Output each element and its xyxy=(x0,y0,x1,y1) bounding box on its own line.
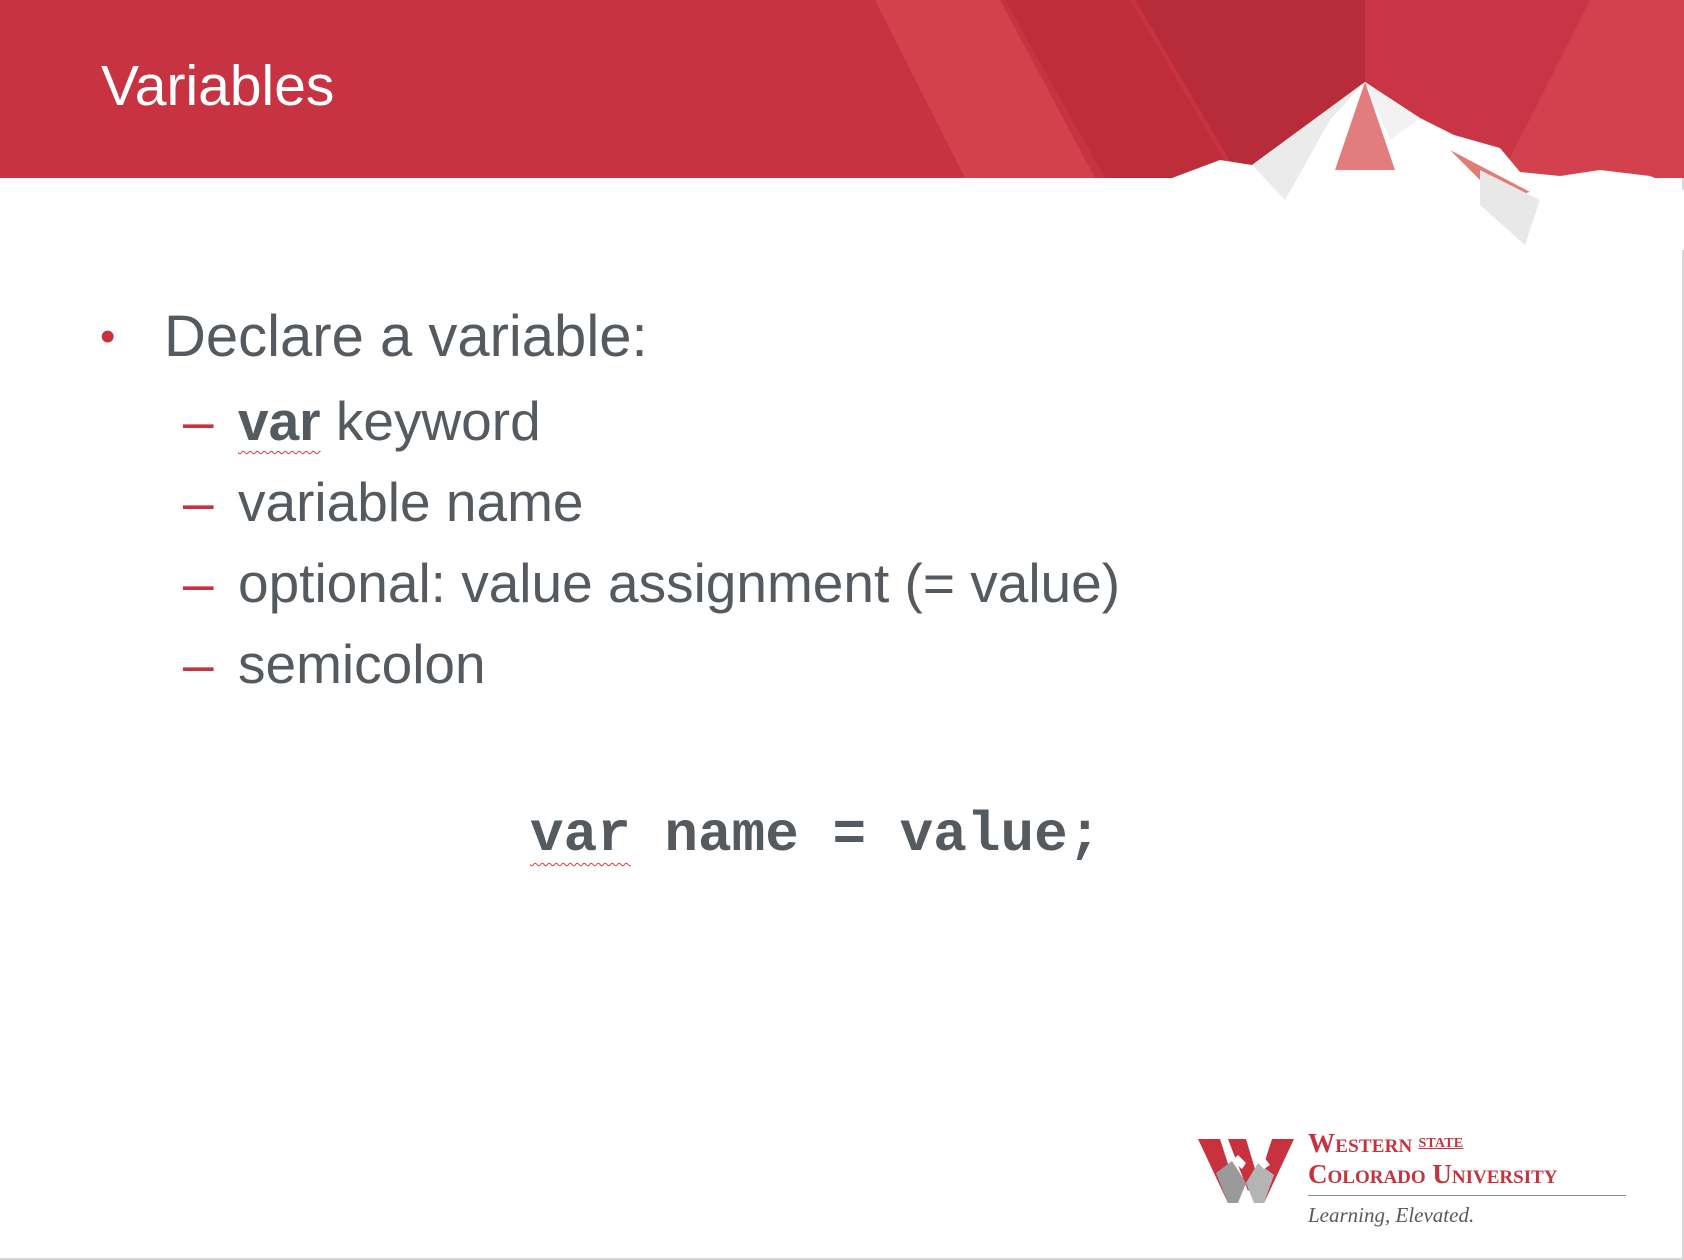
dash-icon: – xyxy=(183,552,214,614)
logo-name-line2: Colorado University xyxy=(1308,1159,1626,1196)
bullet-dot-icon: • xyxy=(100,312,116,361)
sub-bullet-label: semicolon xyxy=(238,633,486,695)
sub-bullet-text: var keyword xyxy=(238,388,541,454)
logo-tagline: Learning, Elevated. xyxy=(1308,1203,1475,1227)
sub-bullet-label: variable name xyxy=(238,471,584,533)
bullet-text: Declare a variable: xyxy=(164,304,648,369)
header-banner xyxy=(0,0,1684,250)
logo-wordmark: Western STATE Colorado University Learnin… xyxy=(1308,1128,1628,1228)
code-rest: name = value; xyxy=(630,803,1102,867)
w-mountain-logo-icon xyxy=(1198,1139,1294,1203)
sub-bullet-label: keyword xyxy=(320,390,541,452)
slide: Variables • Declare a variable: – var ke… xyxy=(0,0,1684,1260)
logo-name-line1: Western xyxy=(1308,1128,1413,1158)
keyword-var: var xyxy=(238,390,321,452)
dash-icon: – xyxy=(183,471,214,533)
logo-state-label: STATE xyxy=(1418,1136,1464,1151)
university-logo: Western STATE Colorado University Learnin… xyxy=(1198,1128,1628,1240)
dash-icon: – xyxy=(183,390,214,452)
slide-title: Variables xyxy=(101,54,335,118)
code-example: var name = value; xyxy=(530,800,1101,870)
dash-icon: – xyxy=(183,633,214,695)
sub-bullet-label: optional: value assignment (= value) xyxy=(238,552,1121,614)
code-keyword: var xyxy=(530,803,631,867)
